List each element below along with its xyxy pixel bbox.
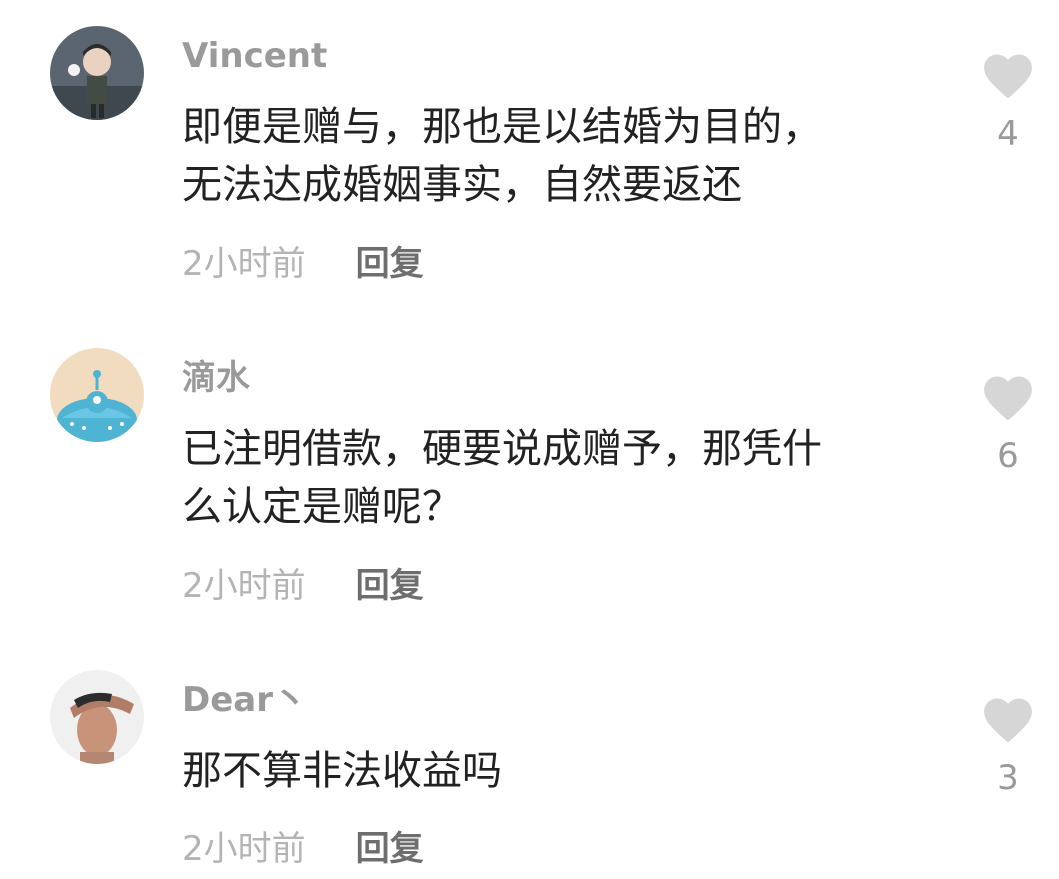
reply-button[interactable]: 回复 bbox=[356, 564, 424, 608]
avatar[interactable] bbox=[50, 348, 144, 442]
like-button[interactable]: 6 bbox=[980, 372, 1036, 476]
comment-text: 那不算非法收益吗 bbox=[182, 742, 942, 800]
comment-item: Dear丶 那不算非法收益吗 2小时前 回复 3 bbox=[0, 660, 1059, 879]
comment-text-line: 么认定是赠呢？ bbox=[182, 484, 462, 530]
comment-meta: 2小时前 回复 bbox=[182, 242, 424, 286]
like-button[interactable]: 4 bbox=[980, 50, 1036, 154]
like-count: 6 bbox=[997, 436, 1019, 476]
avatar-image bbox=[50, 348, 144, 442]
comment-text-line: 已注明借款，硬要说成赠予，那凭什 bbox=[182, 426, 822, 472]
comment-text-line: 那不算非法收益吗 bbox=[182, 748, 502, 794]
username[interactable]: Vincent bbox=[182, 36, 327, 76]
comment-time: 2小时前 bbox=[182, 566, 306, 606]
comment-text-line: 即便是赠与，那也是以结婚为目的， bbox=[182, 104, 822, 150]
avatar[interactable] bbox=[50, 26, 144, 120]
comment-meta: 2小时前 回复 bbox=[182, 827, 424, 871]
avatar-image bbox=[50, 26, 144, 120]
heart-icon bbox=[984, 376, 1032, 421]
avatar[interactable] bbox=[50, 670, 144, 764]
comment-text-line: 无法达成婚姻事实，自然要返还 bbox=[182, 162, 742, 208]
comment-time: 2小时前 bbox=[182, 244, 306, 284]
comment-time: 2小时前 bbox=[182, 829, 306, 869]
like-count: 4 bbox=[997, 114, 1019, 154]
reply-button[interactable]: 回复 bbox=[356, 827, 424, 871]
comment-item: Vincent 即便是赠与，那也是以结婚为目的， 无法达成婚姻事实，自然要返还 … bbox=[0, 0, 1059, 330]
heart-icon bbox=[984, 698, 1032, 743]
like-button[interactable]: 3 bbox=[980, 694, 1036, 798]
avatar-image bbox=[50, 670, 144, 764]
comment-text: 已注明借款，硬要说成赠予，那凭什 么认定是赠呢？ bbox=[182, 420, 942, 536]
heart-icon bbox=[984, 54, 1032, 99]
comment-item: 滴水 已注明借款，硬要说成赠予，那凭什 么认定是赠呢？ 2小时前 回复 6 bbox=[0, 330, 1059, 660]
reply-button[interactable]: 回复 bbox=[356, 242, 424, 286]
comment-text: 即便是赠与，那也是以结婚为目的， 无法达成婚姻事实，自然要返还 bbox=[182, 98, 942, 214]
username[interactable]: 滴水 bbox=[182, 358, 250, 398]
username[interactable]: Dear丶 bbox=[182, 680, 307, 720]
comment-meta: 2小时前 回复 bbox=[182, 564, 424, 608]
like-count: 3 bbox=[997, 758, 1019, 798]
